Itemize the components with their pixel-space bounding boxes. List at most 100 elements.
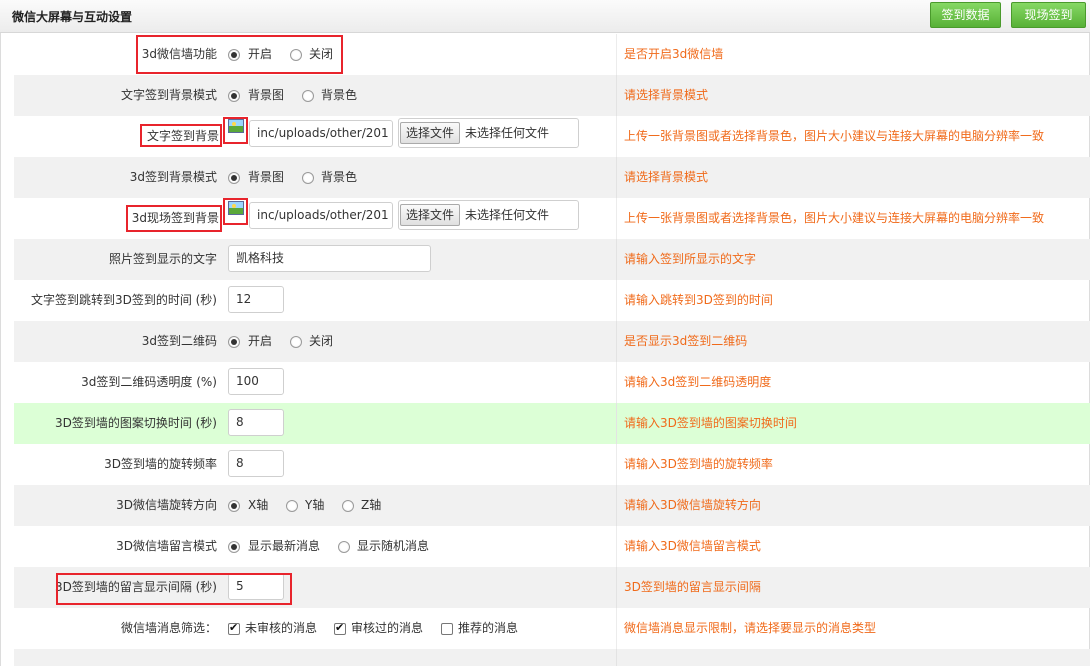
file-picker: 选择文件 未选择任何文件 — [398, 200, 579, 230]
row-msg-interval: 3D签到墙的留言显示间隔 (秒) 5 3D签到墙的留言显示间隔 — [14, 567, 1090, 608]
row-label: 文字签到背景模式 — [120, 88, 217, 102]
radio-bg-color[interactable] — [302, 172, 314, 184]
radio-bg-color[interactable] — [302, 90, 314, 102]
rotate-freq-input[interactable]: 8 — [228, 450, 284, 477]
column-divider — [616, 526, 617, 567]
photo-text-input[interactable]: 凯格科技 — [228, 245, 431, 272]
jump-time-input[interactable]: 12 — [228, 286, 284, 313]
row-onsitebg-upload: 3d现场签到背景 inc/uploads/other/201 选择文件 未选择任… — [14, 198, 1090, 239]
row-pattern-time: 3D签到墙的图案切换时间 (秒) 8 请输入3D签到墙的图案切换时间 — [14, 403, 1090, 444]
row-partial — [14, 649, 1090, 666]
radio-label: 背景图 — [248, 170, 285, 184]
radio-axis-x[interactable] — [228, 500, 240, 512]
row-label: 3D微信墙留言模式 — [116, 539, 217, 553]
column-divider — [616, 75, 617, 116]
row-hint: 微信墙消息显示限制，请选择要显示的消息类型 — [624, 621, 877, 635]
row-hint: 请输入签到所显示的文字 — [624, 252, 757, 266]
row-label: 3D签到墙的留言显示间隔 (秒) — [54, 580, 217, 594]
qr-opacity-input[interactable]: 100 — [228, 368, 284, 395]
row-hint: 请输入3D微信墙旋转方向 — [624, 498, 761, 512]
row-hint: 上传一张背景图或者选择背景色，图片大小建议与连接大屏幕的电脑分辨率一致 — [624, 211, 1045, 225]
radio-bg-image[interactable] — [228, 90, 240, 102]
row-jump-time: 文字签到跳转到3D签到的时间 (秒) 12 请输入跳转到3D签到的时间 — [14, 280, 1090, 321]
row-label: 微信墙消息筛选： — [120, 621, 217, 635]
column-divider — [616, 444, 617, 485]
column-divider — [616, 239, 617, 280]
row-rotate-dir: 3D微信墙旋转方向 X轴 Y轴 Z轴 请输入3D微信墙旋转方向 — [14, 485, 1090, 526]
radio-axis-y[interactable] — [286, 500, 298, 512]
radio-latest-msg[interactable] — [228, 541, 240, 553]
msg-interval-input[interactable]: 5 — [228, 573, 284, 600]
column-divider — [616, 608, 617, 649]
bg-path-input[interactable]: inc/uploads/other/201 — [249, 120, 393, 147]
image-preview-icon[interactable] — [228, 119, 244, 133]
bg-path-input[interactable]: inc/uploads/other/201 — [249, 202, 393, 229]
radio-label: 关闭 — [309, 334, 334, 348]
row-label: 照片签到显示的文字 — [108, 252, 217, 266]
radio-qrcode-off[interactable] — [290, 336, 302, 348]
column-divider — [616, 362, 617, 403]
row-label: 3d微信墙功能 — [141, 47, 217, 61]
checkbox-label: 推荐的消息 — [458, 621, 519, 635]
radio-label: Z轴 — [361, 498, 382, 512]
row-label: 3d现场签到背景 — [131, 211, 219, 225]
column-divider — [616, 403, 617, 444]
pattern-time-input[interactable]: 8 — [228, 409, 284, 436]
radio-label: 显示最新消息 — [248, 539, 321, 553]
settings-form: 3d微信墙功能 开启 关闭 是否开启3d微信墙 文字签到背景模式 背景图 背景色… — [0, 33, 1090, 666]
column-divider — [616, 157, 617, 198]
onsite-signin-button[interactable]: 现场签到 — [1011, 2, 1086, 28]
column-divider — [616, 649, 617, 666]
radio-axis-z[interactable] — [342, 500, 354, 512]
image-preview-icon[interactable] — [228, 201, 244, 215]
radio-label: 背景图 — [248, 88, 285, 102]
radio-label: 显示随机消息 — [357, 539, 430, 553]
row-textbg-mode: 文字签到背景模式 背景图 背景色 请选择背景模式 — [14, 75, 1090, 116]
radio-3dwall-off[interactable] — [290, 49, 302, 61]
row-label: 3D签到墙的图案切换时间 (秒) — [54, 416, 217, 430]
row-hint: 请选择背景模式 — [624, 170, 709, 184]
radio-random-msg[interactable] — [338, 541, 350, 553]
row-label: 3d签到二维码透明度 (%) — [81, 375, 217, 389]
row-hint: 上传一张背景图或者选择背景色，图片大小建议与连接大屏幕的电脑分辨率一致 — [624, 129, 1045, 143]
row-3dbg-mode: 3d签到背景模式 背景图 背景色 请选择背景模式 — [14, 157, 1090, 198]
radio-label: X轴 — [248, 498, 269, 512]
row-hint: 请输入3D微信墙留言模式 — [624, 539, 761, 553]
column-divider — [616, 321, 617, 362]
radio-label: 开启 — [248, 47, 273, 61]
row-label: 文字签到背景 — [146, 129, 219, 143]
choose-file-button[interactable]: 选择文件 — [400, 122, 461, 144]
radio-label: 开启 — [248, 334, 273, 348]
radio-bg-image[interactable] — [228, 172, 240, 184]
column-divider — [616, 198, 617, 239]
row-hint: 是否显示3d签到二维码 — [624, 334, 748, 348]
column-divider — [616, 34, 617, 75]
row-3dwall: 3d微信墙功能 开启 关闭 是否开启3d微信墙 — [14, 34, 1090, 75]
page-title: 微信大屏幕与互动设置 — [12, 10, 133, 24]
row-hint: 请输入3D签到墙的旋转频率 — [624, 457, 773, 471]
checkbox-recommended[interactable] — [441, 623, 453, 635]
row-msg-mode: 3D微信墙留言模式 显示最新消息 显示随机消息 请输入3D微信墙留言模式 — [14, 526, 1090, 567]
column-divider — [616, 485, 617, 526]
checkbox-unreviewed[interactable] — [228, 621, 240, 635]
file-picker: 选择文件 未选择任何文件 — [398, 118, 579, 148]
radio-3dwall-on[interactable] — [228, 49, 240, 61]
row-hint: 请输入3d签到二维码透明度 — [624, 375, 772, 389]
row-rotate-freq: 3D签到墙的旋转频率 8 请输入3D签到墙的旋转频率 — [14, 444, 1090, 485]
row-hint: 3D签到墙的留言显示间隔 — [624, 580, 761, 594]
row-msg-filter: 微信墙消息筛选： 未审核的消息 审核过的消息 推荐的消息 微信墙消息显示限制，请… — [14, 608, 1090, 649]
row-hint: 请输入跳转到3D签到的时间 — [624, 293, 773, 307]
radio-qrcode-on[interactable] — [228, 336, 240, 348]
choose-file-button[interactable]: 选择文件 — [400, 204, 461, 226]
column-divider — [616, 280, 617, 321]
radio-label: 背景色 — [321, 170, 358, 184]
settings-titlebar: 微信大屏幕与互动设置 签到数据 现场签到 — [0, 0, 1090, 33]
row-qrcode: 3d签到二维码 开启 关闭 是否显示3d签到二维码 — [14, 321, 1090, 362]
radio-label: 关闭 — [309, 47, 334, 61]
radio-label: Y轴 — [305, 498, 325, 512]
checkbox-reviewed[interactable] — [334, 621, 346, 635]
radio-label: 背景色 — [321, 88, 358, 102]
file-status: 未选择任何文件 — [465, 126, 550, 140]
row-hint: 是否开启3d微信墙 — [624, 47, 724, 61]
signin-data-button[interactable]: 签到数据 — [930, 2, 1001, 28]
